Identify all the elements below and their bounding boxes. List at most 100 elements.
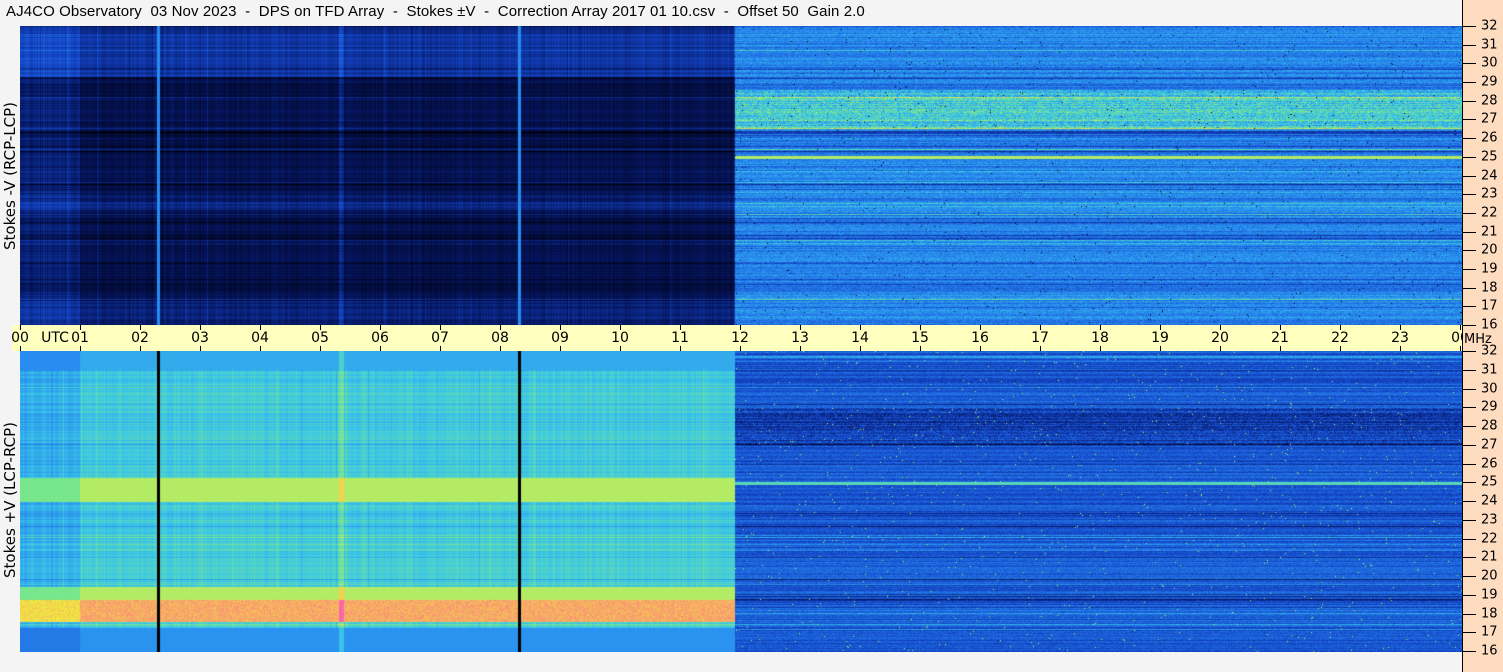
time-axis: 00 01 02 03 04 05 06 07 08 09 10 11 12 13 14 15 16 17 18 19… — [11, 325, 1469, 351]
frequency-tick — [1463, 594, 1476, 596]
frequency-tick-label: 32 — [1481, 18, 1498, 34]
frequency-tick-label: 24 — [1481, 168, 1498, 183]
time-tick-label: 15 — [911, 330, 929, 346]
frequency-tick — [1463, 175, 1476, 177]
frequency-tick — [1463, 388, 1476, 390]
frequency-tick — [1463, 268, 1476, 270]
frequency-tick-label: 28 — [1481, 93, 1498, 109]
time-tick — [920, 346, 921, 351]
frequency-tick-label: 27 — [1481, 111, 1498, 127]
frequency-tick-label: 30 — [1481, 55, 1498, 71]
y-axis-label-bottom: Stokes +V (LCP-RCP) — [1, 422, 19, 578]
frequency-tick-label: 22 — [1481, 205, 1498, 221]
frequency-tick — [1463, 44, 1476, 46]
frequency-tick — [1463, 156, 1476, 158]
frequency-tick — [1463, 287, 1476, 289]
time-tick — [260, 346, 261, 351]
frequency-tick-label: 19 — [1481, 587, 1498, 603]
frequency-tick-label: 27 — [1481, 437, 1498, 453]
time-tick-label: 11 — [671, 330, 689, 346]
time-tick — [860, 346, 861, 351]
time-tick-label: 14 — [851, 330, 869, 346]
time-tick — [1160, 346, 1161, 351]
time-tick-label: 16 — [971, 330, 989, 346]
frequency-tick — [1463, 444, 1476, 446]
frequency-tick — [1463, 351, 1476, 352]
frequency-tick-label: 26 — [1481, 456, 1498, 471]
frequency-tick-label: 31 — [1481, 362, 1498, 378]
spectrogram-stokes-minus-v — [20, 26, 1462, 325]
time-tick — [620, 346, 621, 351]
frequency-tick-label: 20 — [1481, 568, 1498, 584]
utc-label: UTC — [41, 330, 69, 346]
time-tick — [1280, 346, 1281, 351]
time-tick — [1220, 346, 1221, 351]
time-tick-label: 18 — [1091, 330, 1109, 346]
frequency-tick — [1463, 519, 1476, 521]
time-tick-label: 12 — [731, 330, 749, 346]
time-tick — [20, 346, 21, 351]
time-tick-label: 10 — [611, 330, 629, 346]
frequency-tick — [1463, 651, 1476, 652]
time-tick — [320, 346, 321, 351]
frequency-tick-label: 25 — [1481, 474, 1498, 490]
frequency-tick — [1463, 26, 1476, 27]
frequency-tick-label: 25 — [1481, 149, 1498, 165]
time-tick-label: 09 — [551, 330, 569, 346]
time-tick-label: 13 — [791, 330, 809, 346]
frequency-tick-label: 29 — [1481, 74, 1498, 90]
frequency-tick-label: 17 — [1481, 624, 1498, 640]
time-tick-label: 23 — [1391, 330, 1409, 346]
time-tick — [440, 346, 441, 351]
frequency-tick — [1463, 119, 1476, 121]
time-tick-label: 01 — [71, 330, 89, 346]
frequency-tick — [1463, 538, 1476, 540]
time-tick — [680, 346, 681, 351]
time-tick-label: 00 — [11, 330, 29, 346]
time-tick — [1040, 346, 1041, 351]
y-axis-label-top: Stokes -V (RCP-LCP) — [1, 102, 19, 250]
frequency-tick-label: 17 — [1481, 298, 1498, 314]
frequency-tick — [1463, 212, 1476, 214]
frequency-tick-label: 19 — [1481, 261, 1498, 277]
time-tick-label: 22 — [1331, 330, 1349, 346]
frequency-tick — [1463, 231, 1476, 233]
time-tick — [560, 346, 561, 351]
frequency-tick — [1463, 369, 1476, 371]
time-tick — [500, 346, 501, 351]
time-tick — [140, 346, 141, 351]
time-tick-label: 07 — [431, 330, 449, 346]
time-tick — [200, 346, 201, 351]
frequency-tick — [1463, 613, 1476, 615]
time-tick-label: 03 — [191, 330, 209, 346]
frequency-tick — [1463, 482, 1476, 484]
frequency-tick-label: 24 — [1481, 493, 1498, 509]
time-tick — [380, 346, 381, 351]
time-tick-label: 19 — [1151, 330, 1169, 346]
time-tick-label: 20 — [1211, 330, 1229, 346]
frequency-tick-label: 16 — [1481, 317, 1498, 333]
frequency-tick-label: 16 — [1481, 643, 1498, 659]
frequency-tick — [1463, 463, 1476, 465]
time-tick-label: 21 — [1271, 330, 1289, 346]
time-tick — [800, 346, 801, 351]
frequency-tick — [1463, 501, 1476, 502]
frequency-tick-label: 31 — [1481, 37, 1498, 53]
frequency-tick — [1463, 138, 1476, 140]
frequency-tick-label: 18 — [1481, 280, 1498, 296]
frequency-tick — [1463, 325, 1476, 326]
frequency-tick-label: 28 — [1481, 418, 1498, 434]
time-tick — [1340, 346, 1341, 351]
frequency-tick-label: 18 — [1481, 606, 1498, 621]
frequency-tick — [1463, 576, 1476, 577]
time-tick — [80, 346, 81, 351]
time-tick — [1100, 346, 1101, 351]
frequency-tick-label: 21 — [1481, 549, 1498, 565]
frequency-tick — [1463, 632, 1476, 634]
time-tick — [740, 346, 741, 351]
time-tick-label: 06 — [371, 330, 389, 346]
mhz-unit-label: MHz — [1464, 332, 1492, 347]
frequency-tick — [1463, 250, 1476, 252]
time-tick-label: 17 — [1031, 330, 1049, 346]
frequency-tick-label: 21 — [1481, 224, 1498, 240]
